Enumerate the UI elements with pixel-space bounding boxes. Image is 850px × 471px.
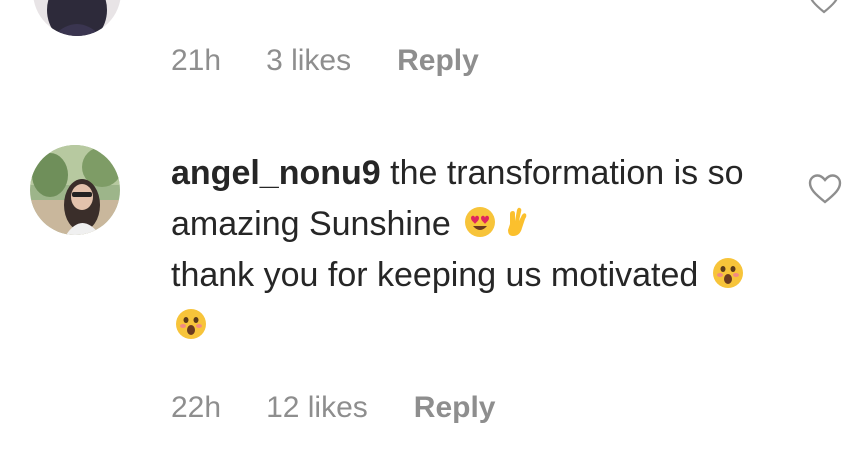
like-comment-heart-icon[interactable] <box>808 174 842 209</box>
comment-text-part2: thank you for keeping us motivated <box>171 256 708 294</box>
avatar-photo <box>33 0 121 36</box>
comment-username[interactable]: angel_nonu9 <box>171 154 381 192</box>
heart-eyes-emoji-icon <box>464 206 496 238</box>
previous-comment-avatar[interactable] <box>33 0 121 36</box>
ok-hand-emoji-icon <box>500 206 532 238</box>
astonished-emoji-icon <box>712 257 744 289</box>
previous-comment-meta: 21h 3 likes Reply <box>171 44 479 78</box>
comment-body: angel_nonu9 the transformation is so ama… <box>171 148 771 352</box>
reply-button[interactable]: Reply <box>397 44 479 78</box>
previous-comment-heart-icon[interactable] <box>808 0 840 19</box>
comment-meta: 22h 12 likes Reply <box>171 391 495 425</box>
timestamp: 21h <box>171 44 222 77</box>
reply-button[interactable]: Reply <box>414 391 496 425</box>
avatar-photo <box>30 145 120 235</box>
likes-count[interactable]: 12 likes <box>266 391 368 425</box>
astonished-emoji-icon <box>175 308 207 340</box>
likes-count[interactable]: 3 likes <box>266 44 351 78</box>
commenter-avatar[interactable] <box>30 145 120 235</box>
timestamp: 22h <box>171 391 222 424</box>
